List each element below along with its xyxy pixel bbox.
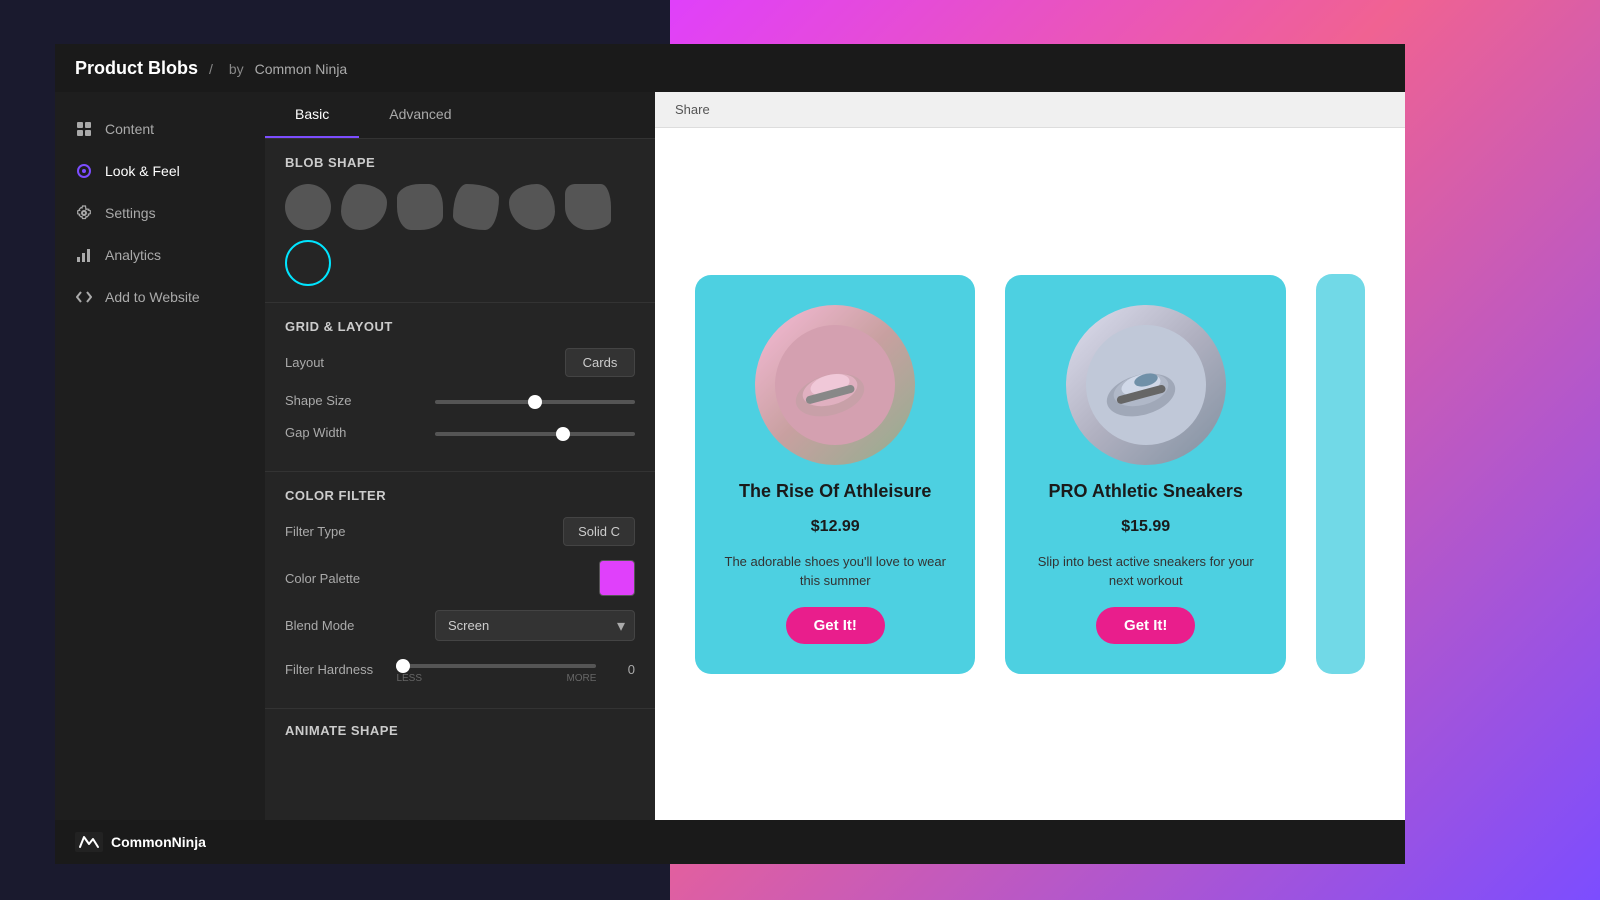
bottom-logo: CommonNinja <box>75 832 206 852</box>
sidebar-item-label: Add to Website <box>105 289 200 305</box>
app-container: Product Blobs / by Common Ninja Content <box>55 44 1405 864</box>
preview-content: The Rise Of Athleisure $12.99 The adorab… <box>655 128 1405 820</box>
layout-label: Layout <box>285 355 324 370</box>
gear-icon <box>75 204 93 222</box>
filter-type-value[interactable]: Solid C <box>563 517 635 546</box>
layout-value[interactable]: Cards <box>565 348 635 377</box>
blob-shapes-grid <box>285 184 635 286</box>
blob-shape-section: Blob Shape <box>265 139 655 303</box>
sidebar-item-label: Analytics <box>105 247 161 263</box>
bottom-bar: CommonNinja <box>55 820 1405 864</box>
hardness-labels: LESS MORE <box>396 673 596 684</box>
panel-tabs: Basic Advanced <box>265 92 655 139</box>
sidebar-item-label: Content <box>105 121 154 137</box>
blob-shape-1[interactable] <box>285 184 331 230</box>
share-button[interactable]: Share <box>675 102 710 117</box>
filter-type-label: Filter Type <box>285 524 345 539</box>
blob-shape-6[interactable] <box>565 184 611 230</box>
shape-size-label: Shape Size <box>285 393 352 408</box>
shape-size-row: Shape Size <box>285 391 635 409</box>
filter-hardness-slider[interactable] <box>396 664 596 668</box>
filter-hardness-label: Filter Hardness <box>285 662 373 677</box>
color-palette-row: Color Palette <box>285 560 635 596</box>
blob-shape-4[interactable] <box>453 184 499 230</box>
layout-row: Layout Cards <box>285 348 635 377</box>
product-price-2: $15.99 <box>1121 518 1170 536</box>
code-icon <box>75 288 93 306</box>
app-title: Product Blobs / by Common Ninja <box>75 58 347 79</box>
color-palette-swatch[interactable] <box>599 560 635 596</box>
preview-area: Share The Rise Of Athleisure <box>655 92 1405 820</box>
logo-icon <box>75 832 103 852</box>
shape-size-slider-container <box>435 391 635 409</box>
gap-width-slider[interactable] <box>435 432 635 436</box>
sidebar-item-analytics[interactable]: Analytics <box>55 234 265 276</box>
settings-panel: Basic Advanced Blob Shape <box>265 92 655 820</box>
tab-basic[interactable]: Basic <box>265 92 359 138</box>
grid-icon <box>75 120 93 138</box>
product-card-2: PRO Athletic Sneakers $15.99 Slip into b… <box>1005 275 1285 674</box>
gap-width-slider-container <box>435 423 635 441</box>
main-content: Content Look & Feel Sett <box>55 92 1405 820</box>
product-price-1: $12.99 <box>811 518 860 536</box>
sidebar-item-add-to-website[interactable]: Add to Website <box>55 276 265 318</box>
color-filter-section: Color Filter Filter Type Solid C Color P… <box>265 472 655 709</box>
sidebar-item-content[interactable]: Content <box>55 108 265 150</box>
animate-title: Animate Shape <box>285 723 635 738</box>
filter-hardness-slider-container <box>396 655 596 673</box>
blend-mode-row: Blend Mode Screen Normal Multiply Overla… <box>285 610 635 641</box>
tab-advanced[interactable]: Advanced <box>359 92 481 138</box>
product-desc-2: Slip into best active sneakers for your … <box>1029 552 1261 591</box>
product-title-2: PRO Athletic Sneakers <box>1049 481 1243 502</box>
sidebar-item-look-feel[interactable]: Look & Feel <box>55 150 265 192</box>
product-card-1: The Rise Of Athleisure $12.99 The adorab… <box>695 275 975 674</box>
sidebar: Content Look & Feel Sett <box>55 92 265 820</box>
product-btn-2[interactable]: Get It! <box>1096 607 1195 644</box>
product-card-partial <box>1316 274 1365 674</box>
filter-hardness-value: 0 <box>628 662 635 677</box>
blend-mode-select-wrapper: Screen Normal Multiply Overlay <box>435 610 635 641</box>
preview-header: Share <box>655 92 1405 128</box>
palette-icon <box>75 162 93 180</box>
grid-layout-title: Grid & Layout <box>285 319 635 334</box>
color-palette-label: Color Palette <box>285 571 360 586</box>
blob-shape-3[interactable] <box>397 184 443 230</box>
filter-hardness-row: Filter Hardness LESS MORE 0 <box>285 655 635 684</box>
blob-shape-5[interactable] <box>509 184 555 230</box>
product-desc-1: The adorable shoes you'll love to wear t… <box>719 552 951 591</box>
blob-shape-title: Blob Shape <box>285 155 635 170</box>
filter-type-row: Filter Type Solid C <box>285 517 635 546</box>
shape-size-slider[interactable] <box>435 400 635 404</box>
chart-icon <box>75 246 93 264</box>
sidebar-item-label: Look & Feel <box>105 163 180 179</box>
sidebar-item-settings[interactable]: Settings <box>55 192 265 234</box>
blob-shape-2[interactable] <box>341 184 387 230</box>
gap-width-row: Gap Width <box>285 423 635 441</box>
sidebar-item-label: Settings <box>105 205 156 221</box>
brand-name: CommonNinja <box>111 834 206 850</box>
animate-section: Animate Shape <box>265 709 655 766</box>
color-filter-title: Color Filter <box>285 488 635 503</box>
blend-mode-select[interactable]: Screen Normal Multiply Overlay <box>435 610 635 641</box>
product-btn-1[interactable]: Get It! <box>786 607 885 644</box>
product-image-1 <box>755 305 915 465</box>
product-image-2 <box>1066 305 1226 465</box>
gap-width-label: Gap Width <box>285 425 346 440</box>
hardness-slider-group: LESS MORE <box>396 655 596 684</box>
blob-shape-outline[interactable] <box>285 240 331 286</box>
product-title-1: The Rise Of Athleisure <box>739 481 931 502</box>
top-bar: Product Blobs / by Common Ninja <box>55 44 1405 92</box>
blend-mode-label: Blend Mode <box>285 618 354 633</box>
grid-layout-section: Grid & Layout Layout Cards Shape Size Ga… <box>265 303 655 472</box>
